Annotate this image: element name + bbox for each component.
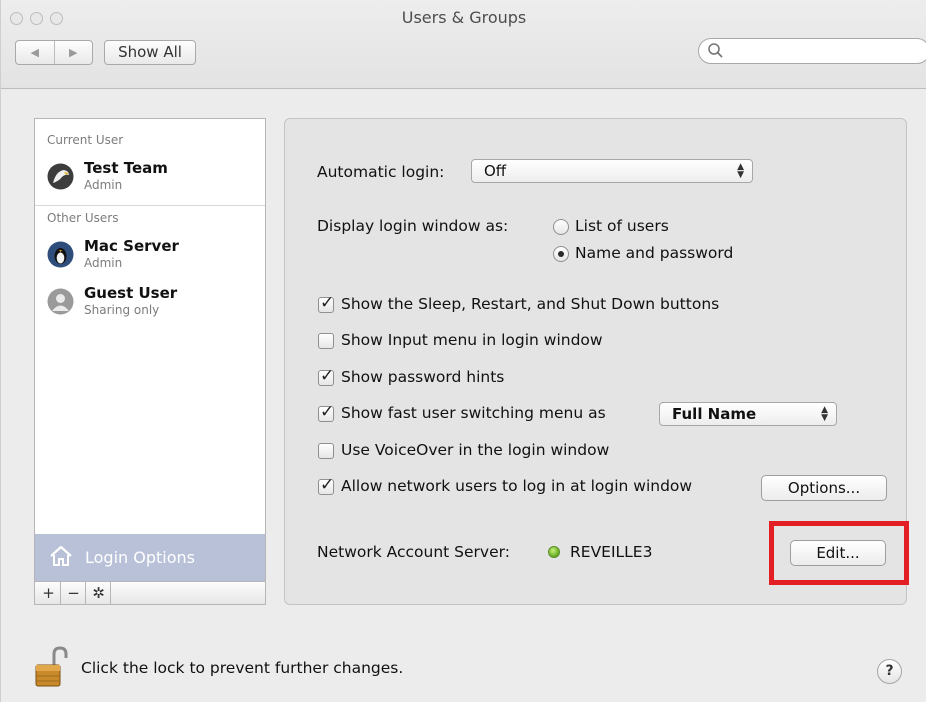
window-title: Users & Groups (401, 8, 527, 27)
help-button[interactable]: ? (877, 659, 902, 684)
current-user-header: Current User (47, 133, 124, 147)
show-all-button[interactable]: Show All (104, 40, 196, 65)
checkbox-label: Show the Sleep, Restart, and Shut Down b… (341, 295, 720, 313)
other-users-header: Other Users (47, 211, 119, 225)
add-user-button[interactable]: + (37, 582, 61, 604)
house-icon (50, 545, 72, 566)
users-list-sidebar: Current User Test Team Admin Other Users… (34, 118, 266, 605)
radio-name-and-password[interactable] (553, 246, 569, 262)
user-row-guest-user[interactable]: Guest User Sharing only (47, 284, 262, 324)
popup-value: Off (484, 162, 507, 180)
user-silhouette-icon (47, 288, 74, 315)
penguin-icon (47, 241, 74, 268)
user-role: Sharing only (84, 303, 160, 317)
user-row-mac-server[interactable]: Mac Server Admin (47, 237, 262, 277)
user-name: Test Team (84, 159, 168, 177)
search-field[interactable] (698, 38, 926, 64)
remove-user-button[interactable]: − (62, 582, 86, 604)
checkbox-label: Allow network users to log in at login w… (341, 477, 693, 495)
user-role: Admin (84, 178, 123, 192)
up-down-arrows-icon: ▲ ▼ (737, 162, 744, 180)
sidebar-action-bar: + − ✲ (35, 581, 265, 604)
checkbox-label: Show password hints (341, 368, 505, 386)
checkbox-password-hints[interactable]: ✓ (318, 366, 334, 386)
automatic-login-popup[interactable]: Off ▲ ▼ (471, 159, 753, 183)
checkbox-label: Show Input menu in login window (341, 331, 603, 349)
gear-icon[interactable]: ✲ (87, 582, 111, 604)
user-name: Mac Server (84, 237, 179, 255)
checkmark-icon: ✓ (320, 402, 335, 422)
options-button[interactable]: Options... (761, 475, 887, 501)
user-role: Admin (84, 256, 123, 270)
checkbox-network-users[interactable]: ✓ (318, 475, 334, 495)
back-forward-control: ◀ ▶ (15, 40, 93, 65)
checkmark-icon: ✓ (320, 293, 335, 313)
section-divider (35, 205, 265, 206)
radio-list-of-users-label: List of users (575, 217, 669, 235)
forward-arrow-icon[interactable]: ▶ (55, 41, 93, 64)
user-row-test-team[interactable]: Test Team Admin (47, 159, 262, 199)
eagle-icon (47, 163, 74, 190)
radio-name-and-password-label: Name and password (575, 244, 734, 262)
lock-status-text: Click the lock to prevent further change… (81, 659, 404, 677)
up-down-arrows-icon: ▲ ▼ (821, 405, 828, 423)
fast-switch-popup[interactable]: Full Name ▲ ▼ (659, 402, 837, 426)
display-login-label: Display login window as: (317, 217, 509, 235)
checkmark-icon: ✓ (320, 475, 335, 495)
checkbox-label: Show fast user switching menu as (341, 404, 606, 422)
title-bar: Users & Groups ◀ ▶ Show All (1, 0, 926, 89)
checkbox-voiceover[interactable] (318, 443, 334, 459)
checkmark-icon: ✓ (320, 366, 335, 386)
server-status-icon (548, 546, 560, 558)
login-options-item[interactable]: Login Options (35, 534, 265, 581)
network-server-value: REVEILLE3 (570, 543, 653, 561)
checkbox-sleep-restart[interactable]: ✓ (318, 293, 334, 313)
checkbox-fast-user-switching[interactable]: ✓ (318, 402, 334, 422)
highlight-box (769, 521, 909, 585)
radio-list-of-users[interactable] (553, 219, 569, 235)
network-server-label: Network Account Server: (317, 543, 510, 561)
lock-open-icon[interactable] (34, 646, 70, 688)
search-icon (708, 43, 723, 58)
users-groups-window: Users & Groups ◀ ▶ Show All Current User… (0, 0, 926, 702)
search-input[interactable] (727, 42, 926, 62)
back-arrow-icon[interactable]: ◀ (16, 41, 55, 64)
login-options-label: Login Options (85, 548, 195, 567)
user-name: Guest User (84, 284, 178, 302)
automatic-login-label: Automatic login: (317, 163, 445, 181)
checkbox-input-menu[interactable] (318, 333, 334, 349)
checkbox-label: Use VoiceOver in the login window (341, 441, 610, 459)
popup-value: Full Name (672, 405, 757, 423)
